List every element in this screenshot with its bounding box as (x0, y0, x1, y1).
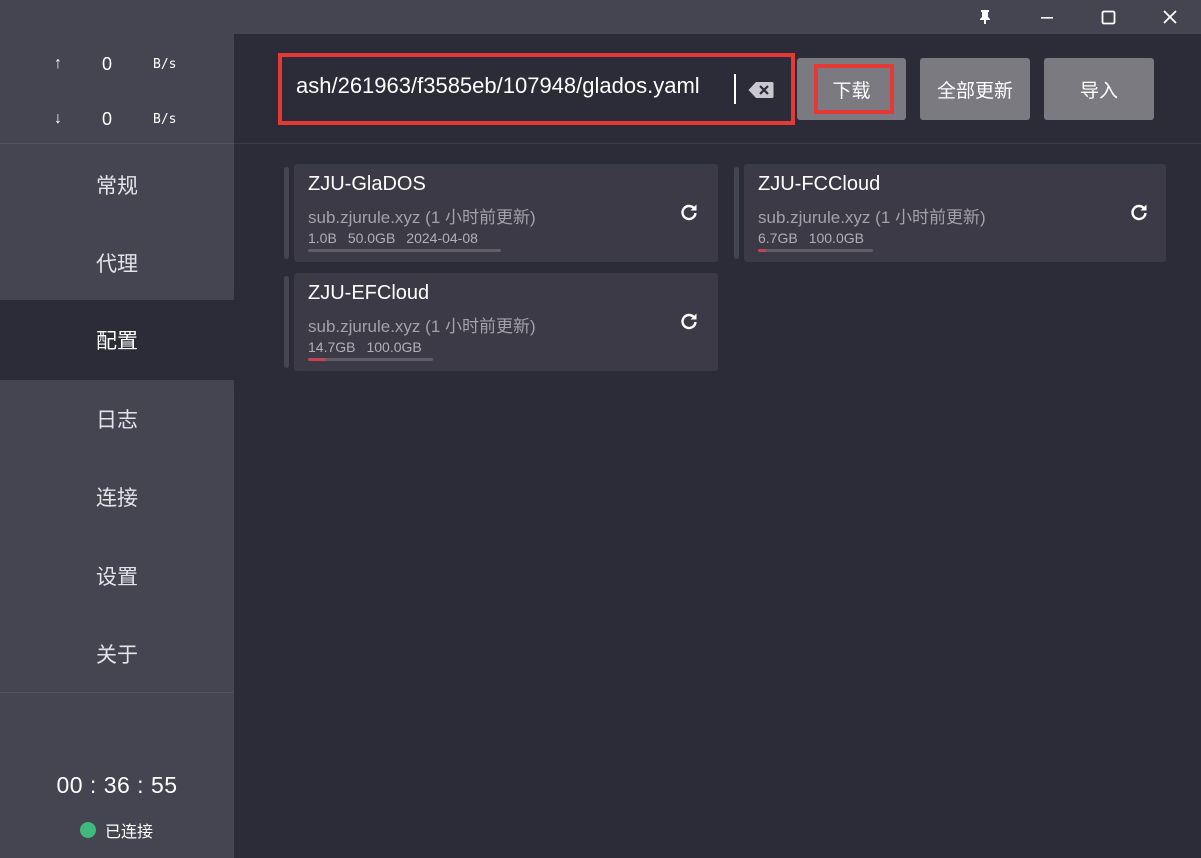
nav-item-about[interactable]: 关于 (0, 615, 234, 693)
nav-label: 常规 (96, 175, 138, 198)
profile-host: sub.zjurule.xyz (1 小时前更新) (308, 317, 536, 336)
nav-item-profiles[interactable]: 配置 (0, 300, 234, 380)
usage-progress-bar (308, 249, 501, 252)
refresh-icon[interactable] (679, 311, 699, 331)
nav-label: 连接 (96, 487, 138, 510)
toolbar-divider (234, 143, 1201, 144)
usage-progress-fill (758, 249, 766, 252)
nav-label: 设置 (96, 566, 138, 589)
upload-arrow-icon: ↑ (54, 55, 62, 72)
nav-label: 代理 (96, 253, 138, 276)
nav-item-connections[interactable]: 连接 (0, 458, 234, 536)
profile-card[interactable]: ZJU-GlaDOS sub.zjurule.xyz (1 小时前更新) 1.0… (294, 164, 718, 262)
profile-host: sub.zjurule.xyz (1 小时前更新) (308, 208, 536, 227)
nav-label: 配置 (96, 330, 138, 353)
profile-expire: 2024-04-08 (406, 230, 478, 246)
subscription-url-input[interactable]: ash/261963/f3585eb/107948/glados.yaml (278, 53, 795, 125)
download-speed: ↓ 0 B/s (0, 106, 234, 136)
nav-item-general[interactable]: 常规 (0, 146, 234, 224)
profile-name: ZJU-EFCloud (308, 282, 430, 304)
usage-progress-bar (308, 358, 433, 361)
update-all-button[interactable]: 全部更新 (920, 58, 1030, 120)
sidebar-divider (0, 692, 234, 693)
profile-used: 6.7GB (758, 230, 798, 246)
update-all-label: 全部更新 (936, 80, 1013, 102)
profile-stats: 14.7GB 100.0GB (308, 339, 433, 355)
profile-card[interactable]: ZJU-EFCloud sub.zjurule.xyz (1 小时前更新) 14… (294, 273, 718, 371)
profile-total: 100.0GB (366, 339, 422, 355)
import-button[interactable]: 导入 (1044, 58, 1154, 120)
minimize-icon[interactable] (1016, 0, 1078, 34)
pin-icon[interactable] (954, 0, 1016, 34)
connection-timer: 00 : 36 : 55 (56, 772, 178, 798)
profile-total: 100.0GB (808, 230, 864, 246)
import-label: 导入 (1079, 80, 1118, 102)
nav-active-corner-bottom (0, 380, 234, 396)
card-side-bar (284, 276, 289, 368)
download-value: 0 (102, 109, 113, 129)
usage-progress-fill (308, 358, 327, 361)
status-dot-icon (80, 822, 96, 838)
connection-status: 已连接 (80, 820, 154, 841)
profile-host: sub.zjurule.xyz (1 小时前更新) (758, 208, 986, 227)
title-bar (0, 0, 1201, 34)
maximize-icon[interactable] (1077, 0, 1139, 34)
sidebar-divider (0, 143, 234, 144)
profile-used: 14.7GB (308, 339, 356, 355)
upload-speed: ↑ 0 B/s (0, 51, 234, 81)
profile-stats: 6.7GB 100.0GB (758, 230, 875, 246)
download-button-highlight (814, 64, 894, 114)
refresh-icon[interactable] (1129, 202, 1149, 222)
upload-unit: B/s (153, 57, 177, 72)
profile-name: ZJU-FCCloud (758, 173, 881, 195)
profile-used: 1.0B (308, 230, 337, 246)
upload-value: 0 (102, 54, 113, 74)
sidebar: ↑ 0 B/s ↓ 0 B/s 常规 代理 配置 日志 连接 设置 关于 00 … (0, 34, 234, 858)
nav-label: 关于 (96, 644, 138, 667)
status-label: 已连接 (105, 824, 154, 841)
card-side-bar (734, 167, 739, 259)
clear-input-icon[interactable] (748, 81, 774, 99)
usage-progress-bar (758, 249, 873, 252)
url-input-text[interactable]: ash/261963/f3585eb/107948/glados.yaml (296, 73, 734, 107)
nav-item-settings[interactable]: 设置 (0, 537, 234, 615)
close-icon[interactable] (1139, 0, 1201, 34)
profile-card[interactable]: ZJU-FCCloud sub.zjurule.xyz (1 小时前更新) 6.… (744, 164, 1166, 262)
card-side-bar (284, 167, 289, 259)
text-caret (734, 74, 736, 104)
nav-label: 日志 (96, 409, 138, 432)
profile-total: 50.0GB (347, 230, 396, 246)
download-unit: B/s (153, 112, 177, 127)
profile-stats: 1.0B 50.0GB 2024-04-08 (308, 230, 489, 246)
refresh-icon[interactable] (679, 202, 699, 222)
download-arrow-icon: ↓ (54, 110, 62, 127)
nav-active-corner-top (0, 284, 234, 300)
profile-name: ZJU-GlaDOS (308, 173, 426, 195)
